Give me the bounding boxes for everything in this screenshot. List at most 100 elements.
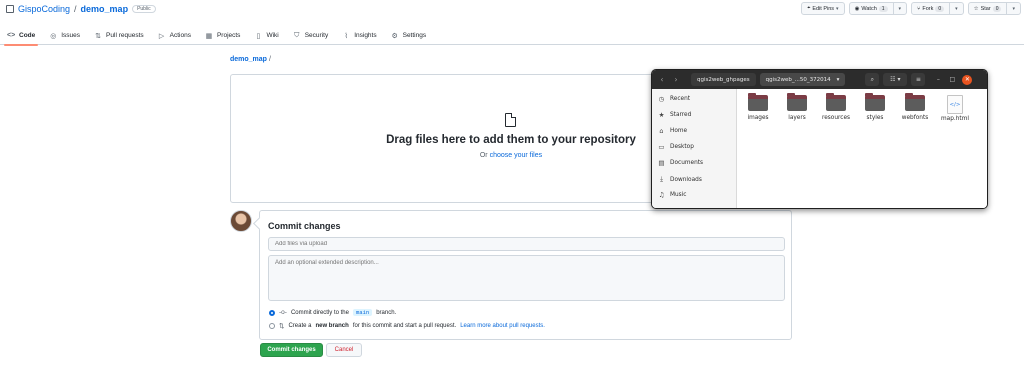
table-icon: ▦: [205, 32, 213, 40]
breadcrumb-repo-link[interactable]: demo_map: [230, 56, 267, 63]
repo-separator: /: [74, 4, 77, 14]
folder-item[interactable]: resources: [816, 93, 856, 121]
music-icon: ♫: [658, 191, 665, 199]
close-icon[interactable]: ✕: [962, 74, 973, 85]
folder-icon: [865, 93, 885, 111]
repo-owner-link[interactable]: GispoCoding: [18, 4, 70, 14]
folder-item[interactable]: images: [738, 93, 778, 121]
tab-projects[interactable]: ▦ Projects: [198, 26, 247, 45]
folder-item[interactable]: styles: [855, 93, 895, 121]
forward-icon[interactable]: ›: [669, 75, 683, 84]
item-name: images: [747, 115, 769, 121]
file-manager-titlebar[interactable]: ‹ › qgis2web_ghpages qgis2web_...50_3720…: [652, 70, 987, 89]
folder-item[interactable]: layers: [777, 93, 817, 121]
path-segment-current[interactable]: qgis2web_...50_372014 ▾: [759, 73, 846, 86]
sidebar-item-label: Desktop: [670, 144, 694, 150]
folder-icon: [826, 93, 846, 111]
sidebar-item-label: Home: [670, 128, 688, 134]
commit-changes-button[interactable]: Commit changes: [260, 343, 323, 357]
sidebar-item-label: Starred: [670, 112, 692, 118]
fork-button[interactable]: ⑂ Fork 0 ▾: [911, 2, 964, 15]
watch-button[interactable]: ◉ Watch 1 ▾: [848, 2, 908, 15]
star-button[interactable]: ☆ Star 0 ▾: [967, 2, 1021, 15]
fork-dropdown-icon[interactable]: ▾: [949, 3, 963, 14]
tab-settings[interactable]: ⚙ Settings: [384, 26, 434, 45]
git-commit-icon: -o-: [279, 309, 287, 316]
edit-pins-button[interactable]: ⌖ Edit Pins ▾: [801, 2, 845, 15]
chevron-down-icon: ▾: [836, 5, 839, 12]
view-options-button[interactable]: ☷ ▾: [883, 73, 908, 86]
commit-new-branch-option[interactable]: ⇅ Create a new branch for this commit an…: [269, 322, 545, 330]
sidebar-item-starred[interactable]: ★ Starred: [658, 111, 692, 119]
folder-icon: [905, 93, 925, 111]
play-icon: ▷: [158, 32, 165, 40]
tab-security[interactable]: ⛉ Security: [286, 26, 335, 45]
path-segment-parent[interactable]: qgis2web_ghpages: [691, 73, 756, 86]
sidebar-item-home[interactable]: ⌂ Home: [658, 127, 687, 135]
file-manager-content: images layers resources styles webfonts …: [737, 89, 987, 208]
sidebar-item-desktop[interactable]: ▭ Desktop: [658, 143, 694, 151]
folder-icon: [787, 93, 807, 111]
tab-pull-requests[interactable]: ⇅ Pull requests: [87, 26, 151, 45]
commit-description-input[interactable]: [268, 255, 785, 301]
back-icon[interactable]: ‹: [655, 75, 669, 84]
file-icon: [505, 113, 516, 127]
repo-actions: ⌖ Edit Pins ▾ ◉ Watch 1 ▾ ⑂ Fork 0 ▾ ☆ S…: [801, 2, 1021, 15]
breadcrumb: demo_map /: [230, 56, 271, 63]
search-icon[interactable]: ⌕: [865, 73, 880, 86]
tab-label: Projects: [216, 32, 241, 39]
document-icon: ▤: [658, 159, 665, 167]
sidebar-item-label: Recent: [670, 96, 691, 102]
tab-code[interactable]: <> Code: [0, 26, 42, 46]
sidebar-item-documents[interactable]: ▤ Documents: [658, 159, 703, 167]
tab-label: Security: [304, 32, 329, 39]
file-manager-window[interactable]: ‹ › qgis2web_ghpages qgis2web_...50_3720…: [651, 69, 988, 209]
watch-label: Watch: [861, 5, 877, 12]
choose-files-link[interactable]: choose your files: [490, 152, 543, 159]
breadcrumb-separator: /: [268, 56, 271, 63]
sidebar-item-label: Documents: [670, 160, 704, 166]
tab-issues[interactable]: ◎ Issues: [42, 26, 87, 45]
maximize-icon[interactable]: □: [945, 76, 959, 83]
list-view-icon: ☷: [890, 76, 896, 83]
commit-new-branch-radio[interactable]: [269, 323, 275, 329]
commit-direct-prefix: Commit directly to the: [290, 309, 349, 316]
minimize-icon[interactable]: –: [931, 76, 945, 83]
commit-direct-radio[interactable]: [269, 309, 275, 316]
star-icon: ☆: [973, 5, 979, 12]
sidebar-item-label: Music: [670, 192, 687, 198]
file-manager-sidebar: ◷ Recent ★ Starred ⌂ Home ▭ Desktop ▤ Documen…: [652, 89, 737, 208]
clock-icon: ◷: [658, 95, 665, 103]
watch-count: 1: [878, 5, 888, 12]
sidebar-item-downloads[interactable]: ⤓ Downloads: [658, 175, 702, 184]
chevron-down-icon: ▾: [897, 76, 901, 83]
tab-wiki[interactable]: ▯ Wiki: [247, 26, 285, 45]
branch-name: main: [352, 309, 373, 316]
star-dropdown-icon[interactable]: ▾: [1006, 3, 1020, 14]
folder-icon: [748, 93, 768, 111]
repo-name-link[interactable]: demo_map: [81, 4, 129, 14]
item-name: styles: [866, 115, 884, 121]
watch-dropdown-icon[interactable]: ▾: [892, 3, 907, 14]
sidebar-item-recent[interactable]: ◷ Recent: [658, 95, 690, 103]
commit-form: Commit changes -o- Commit directly to th…: [259, 210, 792, 340]
sidebar-item-music[interactable]: ♫ Music: [658, 191, 687, 199]
dropzone-or-text: Or: [479, 152, 488, 159]
file-item[interactable]: </> map.html: [935, 95, 975, 122]
cancel-button[interactable]: Cancel: [326, 343, 362, 357]
new-branch-suffix: for this commit and start a pull request…: [352, 323, 457, 329]
tab-insights[interactable]: ⌇ Insights: [335, 26, 383, 45]
folder-item[interactable]: webfonts: [895, 93, 935, 121]
repo-header: GispoCoding / demo_map Public ⌖ Edit Pin…: [0, 0, 1024, 46]
pull-request-icon: ⇅: [95, 32, 101, 40]
menu-icon[interactable]: ≡: [911, 73, 926, 86]
learn-more-link[interactable]: Learn more about pull requests.: [460, 323, 545, 329]
item-name: resources: [821, 115, 851, 121]
fork-label: Fork: [922, 5, 934, 12]
commit-direct-option[interactable]: -o- Commit directly to the main branch.: [269, 309, 396, 316]
tab-actions[interactable]: ▷ Actions: [151, 26, 198, 45]
commit-direct-suffix: branch.: [376, 309, 397, 316]
chevron-down-icon: ▾: [836, 76, 840, 83]
commit-summary-input[interactable]: [268, 237, 785, 251]
tab-label: Wiki: [266, 32, 279, 39]
